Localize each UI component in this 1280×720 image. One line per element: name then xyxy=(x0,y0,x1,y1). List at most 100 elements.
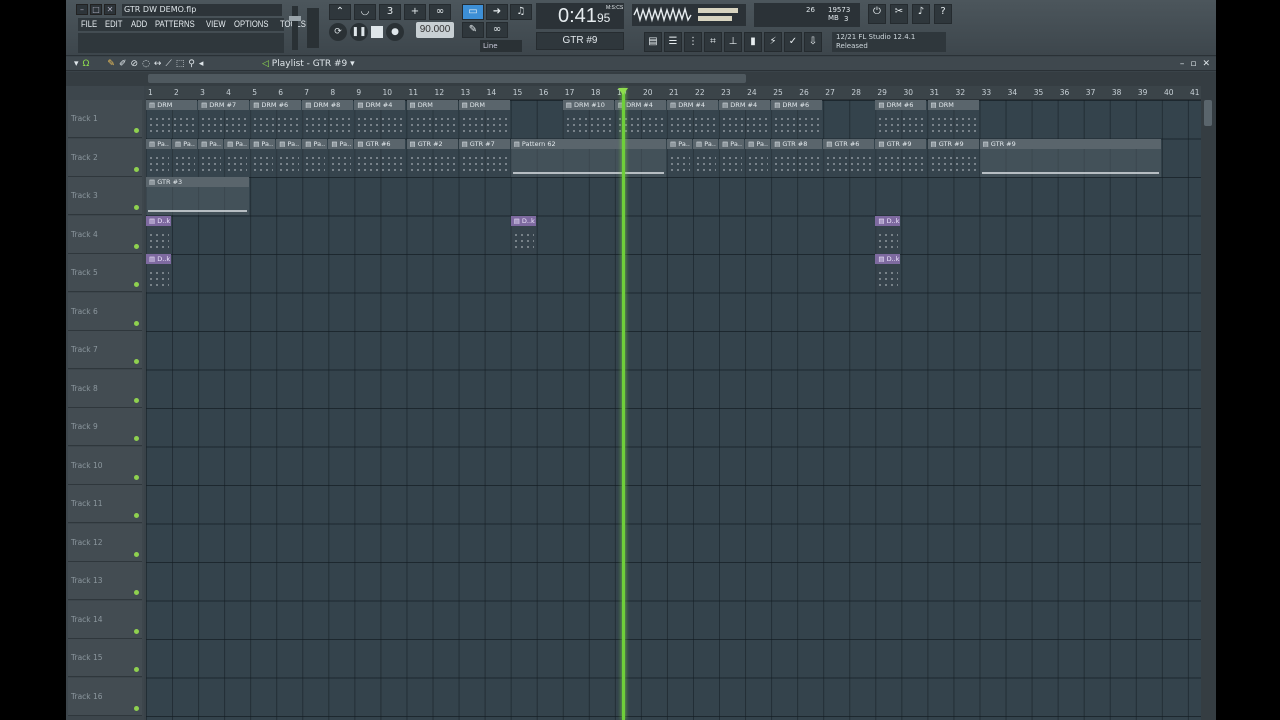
pattern-clip[interactable]: ▤ GTR #2 xyxy=(406,138,458,177)
stop-button[interactable] xyxy=(371,26,383,38)
track-enable-icon[interactable] xyxy=(134,551,139,557)
mute-tool-icon[interactable]: ◌ xyxy=(142,57,150,71)
track-header[interactable]: Track 13 xyxy=(68,562,142,600)
playlist-icon[interactable]: ▤ xyxy=(644,32,662,52)
close-button[interactable]: ✕ xyxy=(104,4,116,15)
menu-add[interactable]: ADD xyxy=(131,18,147,31)
pattern-clip[interactable]: ▤ Pa.. xyxy=(224,138,250,177)
track-header[interactable]: Track 5 xyxy=(68,254,142,292)
pattern-clip[interactable]: ▤ DRM xyxy=(146,100,198,138)
track-enable-icon[interactable] xyxy=(134,397,139,403)
bell-icon[interactable]: ♫ xyxy=(510,4,532,20)
track-header[interactable]: Track 14 xyxy=(68,600,142,639)
pattern-clip[interactable]: ▤ GTR #8 xyxy=(771,138,823,177)
track-header[interactable]: Track 11 xyxy=(68,485,142,523)
song-time-display[interactable]: 0:4195 M:S:CS xyxy=(536,3,624,29)
wait-input-button[interactable]: ◡ xyxy=(354,4,376,20)
pencil-icon[interactable]: ✎ xyxy=(462,22,484,38)
track-enable-icon[interactable] xyxy=(134,474,139,480)
plugin-icon[interactable]: ⚡ xyxy=(764,32,782,52)
menu-view[interactable]: VIEW xyxy=(206,18,226,31)
pattern-clip[interactable]: ▤ DRM #6 xyxy=(771,100,823,138)
minimize-button[interactable]: – xyxy=(76,4,88,15)
chevron-down-icon[interactable]: ▾ xyxy=(350,59,355,69)
playlist-minimize-icon[interactable]: – xyxy=(1180,57,1185,71)
help-icon[interactable]: ? xyxy=(934,4,952,24)
mixer-icon[interactable]: ⌗ xyxy=(704,32,722,52)
pattern-clip[interactable]: ▤ Pa.. xyxy=(250,138,276,177)
delete-tool-icon[interactable]: ⊘ xyxy=(131,57,139,71)
pattern-clip[interactable]: ▤ DRM #6 xyxy=(875,100,927,138)
cut-icon[interactable]: ✂ xyxy=(890,4,908,24)
pattern-clip[interactable]: ▤ DRM #8 xyxy=(302,100,354,138)
countdown-button[interactable]: 3 xyxy=(379,4,401,20)
microphone-icon[interactable]: ♪ xyxy=(912,4,930,24)
arrow-right-icon[interactable]: ➜ xyxy=(486,4,508,20)
track-enable-icon[interactable] xyxy=(134,243,139,249)
playback-tool-icon[interactable]: ◂ xyxy=(199,57,204,71)
loop-mode-icon[interactable]: ⟳ xyxy=(329,23,347,41)
project-icon[interactable]: ▮ xyxy=(744,32,762,52)
pattern-clip[interactable]: ▤ GTR #6 xyxy=(354,138,406,177)
track-header[interactable]: Track 12 xyxy=(68,523,142,562)
tempo-display[interactable]: 90.000 xyxy=(416,22,454,38)
track-header[interactable]: Track 9 xyxy=(68,408,142,446)
playlist-play-icon[interactable]: ◁ xyxy=(262,59,269,69)
menu-file[interactable]: FILE xyxy=(81,18,97,31)
pattern-clip[interactable]: ▤ Pa.. xyxy=(302,138,328,177)
pattern-clip[interactable]: ▤ DRM #4 xyxy=(719,100,771,138)
track-enable-icon[interactable] xyxy=(134,436,139,441)
playlist-close-icon[interactable]: ✕ xyxy=(1202,57,1210,71)
pattern-clip[interactable]: ▤ Pattern 62 xyxy=(510,138,666,177)
track-enable-icon[interactable] xyxy=(134,628,139,634)
menu-arrow-icon[interactable]: ▾ xyxy=(74,57,79,71)
download-icon[interactable]: ⇩ xyxy=(804,32,822,52)
pattern-clip[interactable]: ▤ Pa.. xyxy=(693,138,719,177)
playlist-maximize-icon[interactable]: ▫ xyxy=(1190,57,1196,71)
track-enable-icon[interactable] xyxy=(134,513,139,518)
track-enable-icon[interactable] xyxy=(134,667,139,672)
link-icon[interactable]: ∞ xyxy=(486,22,508,38)
vertical-scrollbar[interactable] xyxy=(1201,86,1216,720)
pattern-clip[interactable]: ▤ Pa.. xyxy=(719,138,745,177)
pattern-clip[interactable]: ▤ GTR #3 xyxy=(146,177,250,215)
track-enable-icon[interactable] xyxy=(134,128,139,133)
select-tool-icon[interactable]: ⬚ xyxy=(176,57,185,71)
pattern-clip[interactable]: ▤ Pa.. xyxy=(667,138,693,177)
track-enable-icon[interactable] xyxy=(134,705,139,711)
pattern-clip[interactable]: ▤ Pa.. xyxy=(328,138,354,177)
pattern-clip[interactable]: ▤ GTR #6 xyxy=(823,138,875,177)
audio-clip[interactable]: ▤ D..k xyxy=(875,254,901,292)
playhead[interactable] xyxy=(622,88,625,720)
track-header[interactable]: Track 6 xyxy=(68,292,142,331)
pattern-clip[interactable]: ▤ Pa.. xyxy=(198,138,224,177)
power-icon[interactable]: ⏻ xyxy=(868,4,886,24)
typing-keyboard-icon[interactable]: ▭ xyxy=(462,4,484,20)
blend-notes-button[interactable]: ∞ xyxy=(429,4,451,20)
piano-roll-icon[interactable]: ☰ xyxy=(664,32,682,52)
track-header[interactable]: Track 16 xyxy=(68,677,142,716)
pattern-clip[interactable]: ▤ DRM xyxy=(458,100,510,138)
browser-icon[interactable]: ⊥ xyxy=(724,32,742,52)
step-edit-button[interactable]: + xyxy=(404,4,426,20)
pattern-clip[interactable]: ▤ DRM #7 xyxy=(198,100,250,138)
track-enable-icon[interactable] xyxy=(134,282,139,287)
pattern-clip[interactable]: ▤ DRM #4 xyxy=(354,100,406,138)
pattern-selector[interactable]: GTR #9 xyxy=(536,32,624,50)
track-header[interactable]: Track 4 xyxy=(68,215,142,254)
pause-button[interactable]: ❚❚ xyxy=(350,23,368,41)
pattern-clip[interactable]: ▤ DRM xyxy=(406,100,458,138)
track-enable-icon[interactable] xyxy=(134,359,139,364)
track-enable-icon[interactable] xyxy=(134,590,139,595)
track-enable-icon[interactable] xyxy=(134,320,139,326)
snap-select[interactable]: Line xyxy=(480,40,522,52)
track-header[interactable]: Track 2 xyxy=(68,138,142,177)
slip-tool-icon[interactable]: ↔ xyxy=(154,57,162,71)
tag-icon[interactable]: ✓ xyxy=(784,32,802,52)
track-enable-icon[interactable] xyxy=(134,205,139,210)
pattern-clip[interactable]: ▤ Pa.. xyxy=(172,138,198,177)
pattern-clip[interactable]: ▤ DRM #6 xyxy=(250,100,302,138)
channel-rack-icon[interactable]: ⋮ xyxy=(684,32,702,52)
slice-tool-icon[interactable]: ⟋ xyxy=(165,57,171,71)
audio-clip[interactable]: ▤ D..k xyxy=(510,215,536,254)
